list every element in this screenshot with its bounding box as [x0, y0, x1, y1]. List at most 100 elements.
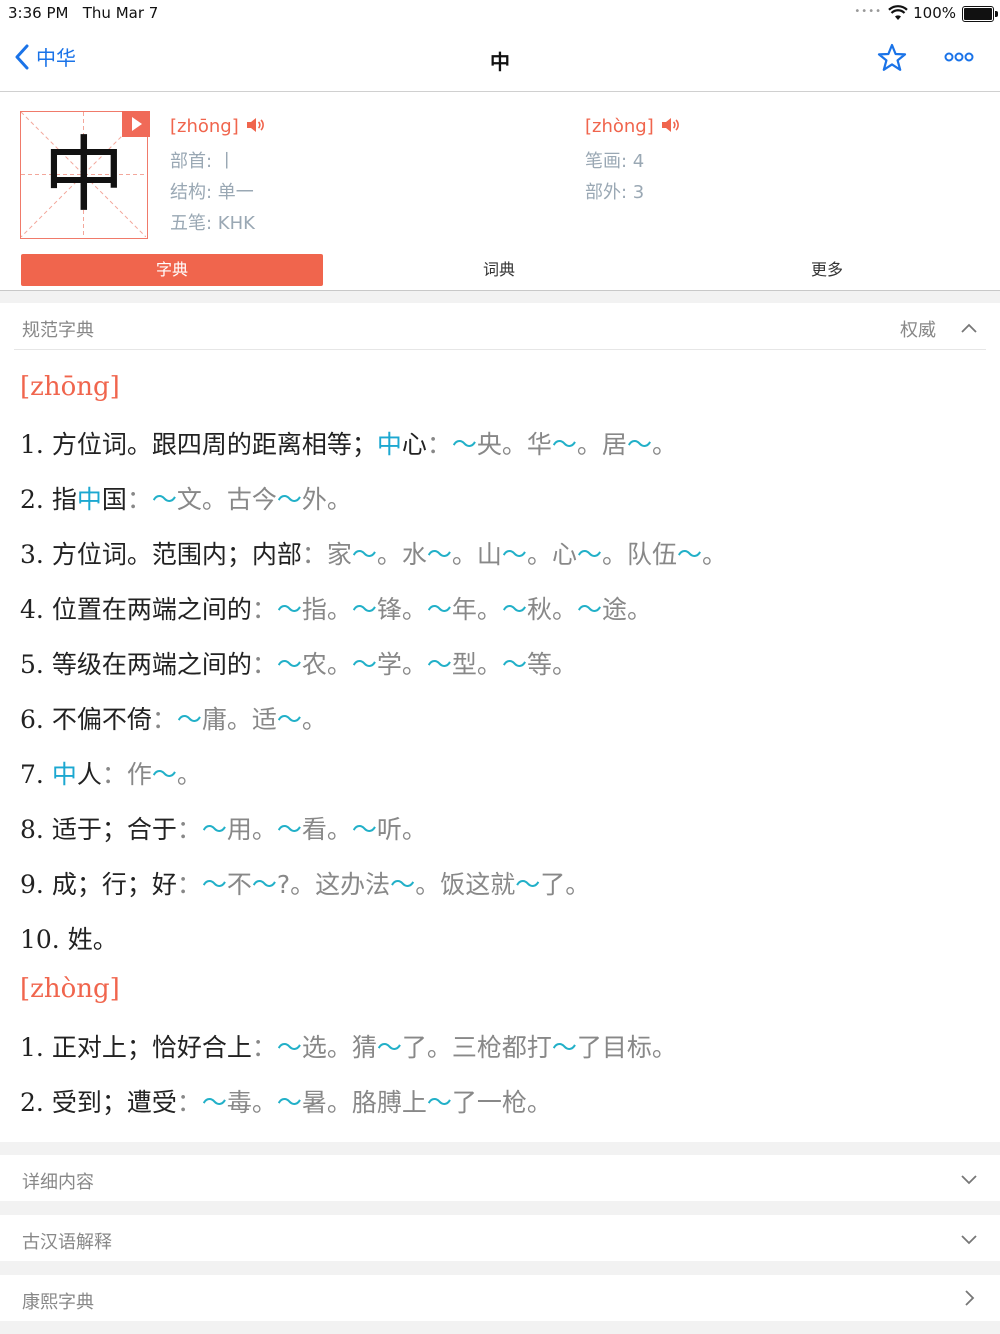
example-tilde: ～	[451, 430, 477, 459]
tab-zidian[interactable]: 字典	[21, 254, 323, 286]
example-text: 型。	[451, 650, 502, 679]
example-tilde: ～	[376, 1033, 402, 1062]
definition-text: 指	[51, 485, 77, 514]
reading2-pinyin: [zhòng]	[585, 116, 654, 137]
example-tilde: ～	[276, 1033, 302, 1062]
definition-text: 正对上；恰好合上	[51, 1033, 252, 1062]
example-tilde: ～	[426, 595, 452, 624]
example-text: 看。	[301, 815, 352, 844]
example-text: 外。	[301, 485, 352, 514]
definition-number: 1.	[20, 430, 52, 459]
chevron-down-icon	[960, 1231, 978, 1250]
example-text: 。队伍	[601, 540, 677, 569]
example-tilde: ～	[501, 650, 527, 679]
wifi-icon	[888, 5, 908, 25]
speaker-icon[interactable]	[661, 117, 681, 138]
example-tilde: ～	[201, 1088, 227, 1117]
definition-item: 1. 正对上；恰好合上：～选。猜～了。三枪都打～了目标。	[20, 1028, 677, 1064]
strokes-row: 笔画: 4	[585, 151, 645, 172]
play-stroke-animation-button[interactable]	[122, 111, 150, 137]
section-title: 古汉语解释	[22, 1232, 112, 1253]
example-text: 锋。	[376, 595, 427, 624]
definition-text: 不偏不倚	[51, 705, 152, 734]
example-tilde: ～	[276, 485, 302, 514]
definition-text: 等级在两端之间的	[51, 650, 252, 679]
definition-item: 2. 指中国：～文。古今～外。	[20, 480, 352, 516]
definition-item: 4. 位置在两端之间的：～指。～锋。～年。～秋。～途。	[20, 590, 652, 626]
definition-text: 方位词。范围内；内部	[51, 540, 302, 569]
example-text: 。水	[376, 540, 427, 569]
definition-text: 人	[76, 760, 102, 789]
example-tilde: ～	[576, 540, 602, 569]
tab-cidian[interactable]: 词典	[348, 254, 650, 286]
highlight-word: 中	[76, 485, 102, 514]
definition-item: 9. 成；行；好：～不～?。这办法～。饭这就～了。	[20, 865, 590, 901]
example-tilde: ～	[576, 595, 602, 624]
example-text: 暑。胳膊上	[301, 1088, 427, 1117]
more-options-icon[interactable]	[944, 48, 974, 67]
example-text: 了一枪。	[451, 1088, 552, 1117]
example-tilde: ～	[626, 430, 652, 459]
tab-more[interactable]: 更多	[676, 254, 978, 286]
example-tilde: ～	[390, 870, 416, 899]
example-tilde: ～	[351, 815, 377, 844]
section-gap	[0, 1321, 1000, 1334]
definition-number: 3.	[20, 540, 52, 569]
source-label: 权威	[900, 320, 936, 341]
example-text: 学。	[376, 650, 427, 679]
definition-colon: ：	[301, 540, 327, 569]
definition-colon: ：	[126, 485, 152, 514]
section-header-guifan[interactable]: 规范字典 权威	[0, 303, 1000, 349]
chevron-down-icon	[960, 1171, 978, 1190]
definition-colon: ：	[251, 650, 277, 679]
example-tilde: ～	[276, 815, 302, 844]
definition-item: 2. 受到；遭受：～毒。～暑。胳膊上～了一枪。	[20, 1083, 552, 1119]
example-tilde: ～	[151, 760, 177, 789]
example-tilde: ～	[351, 650, 377, 679]
example-text: 文。古今	[176, 485, 277, 514]
wubi-row: 五笔: KHK	[170, 213, 255, 234]
example-text: 秋。	[526, 595, 577, 624]
section-kangxi[interactable]: 康熙字典	[0, 1275, 1000, 1321]
battery-percent: 100%	[913, 4, 956, 22]
definition-text: 姓。	[67, 925, 118, 954]
speaker-icon[interactable]	[246, 117, 266, 138]
definition-text: 方位词。跟四周的距离相等；	[51, 430, 377, 459]
definition-text: 位置在两端之间的	[51, 595, 252, 624]
section-gap	[0, 1142, 1000, 1155]
example-tilde: ～	[351, 595, 377, 624]
chevron-right-icon	[964, 1289, 976, 1311]
example-text: 途。	[601, 595, 652, 624]
example-text: 不	[226, 870, 252, 899]
example-text: 年。	[451, 595, 502, 624]
section-title: 详细内容	[22, 1172, 94, 1193]
example-text: 。饭这就	[415, 870, 516, 899]
example-tilde: ～	[426, 540, 452, 569]
definition-item: 5. 等级在两端之间的：～农。～学。～型。～等。	[20, 645, 577, 681]
definition-item: 10. 姓。	[20, 920, 118, 956]
example-tilde: ～	[151, 485, 177, 514]
definition-number: 8.	[20, 815, 52, 844]
status-time: 3:36 PM Thu Mar 7	[8, 4, 159, 22]
section-classical[interactable]: 古汉语解释	[0, 1215, 1000, 1261]
reading1-pinyin: [zhōng]	[170, 116, 239, 137]
definition-number: 9.	[20, 870, 52, 899]
example-text: 等。	[526, 650, 577, 679]
example-text: 家	[326, 540, 352, 569]
favorite-star-icon[interactable]	[876, 42, 908, 78]
navigation-bar: 中华 中	[0, 28, 1000, 92]
example-text: 农。	[301, 650, 352, 679]
section-detail[interactable]: 详细内容	[0, 1155, 1000, 1201]
reading2-pinyin-row: [zhòng]	[585, 116, 681, 138]
definition-number: 5.	[20, 650, 52, 679]
section-title: 康熙字典	[22, 1292, 94, 1313]
example-text: 了目标。	[576, 1033, 677, 1062]
definition-number: 2.	[20, 1088, 52, 1117]
definition-number: 1.	[20, 1033, 52, 1062]
battery-icon	[962, 6, 998, 22]
example-text: 。居	[576, 430, 627, 459]
definition-colon: ：	[151, 705, 177, 734]
definition-item: 1. 方位词。跟四周的距离相等；中心：～央。华～。居～。	[20, 425, 677, 461]
highlight-word: 中	[51, 760, 77, 789]
example-tilde: ～	[201, 870, 227, 899]
